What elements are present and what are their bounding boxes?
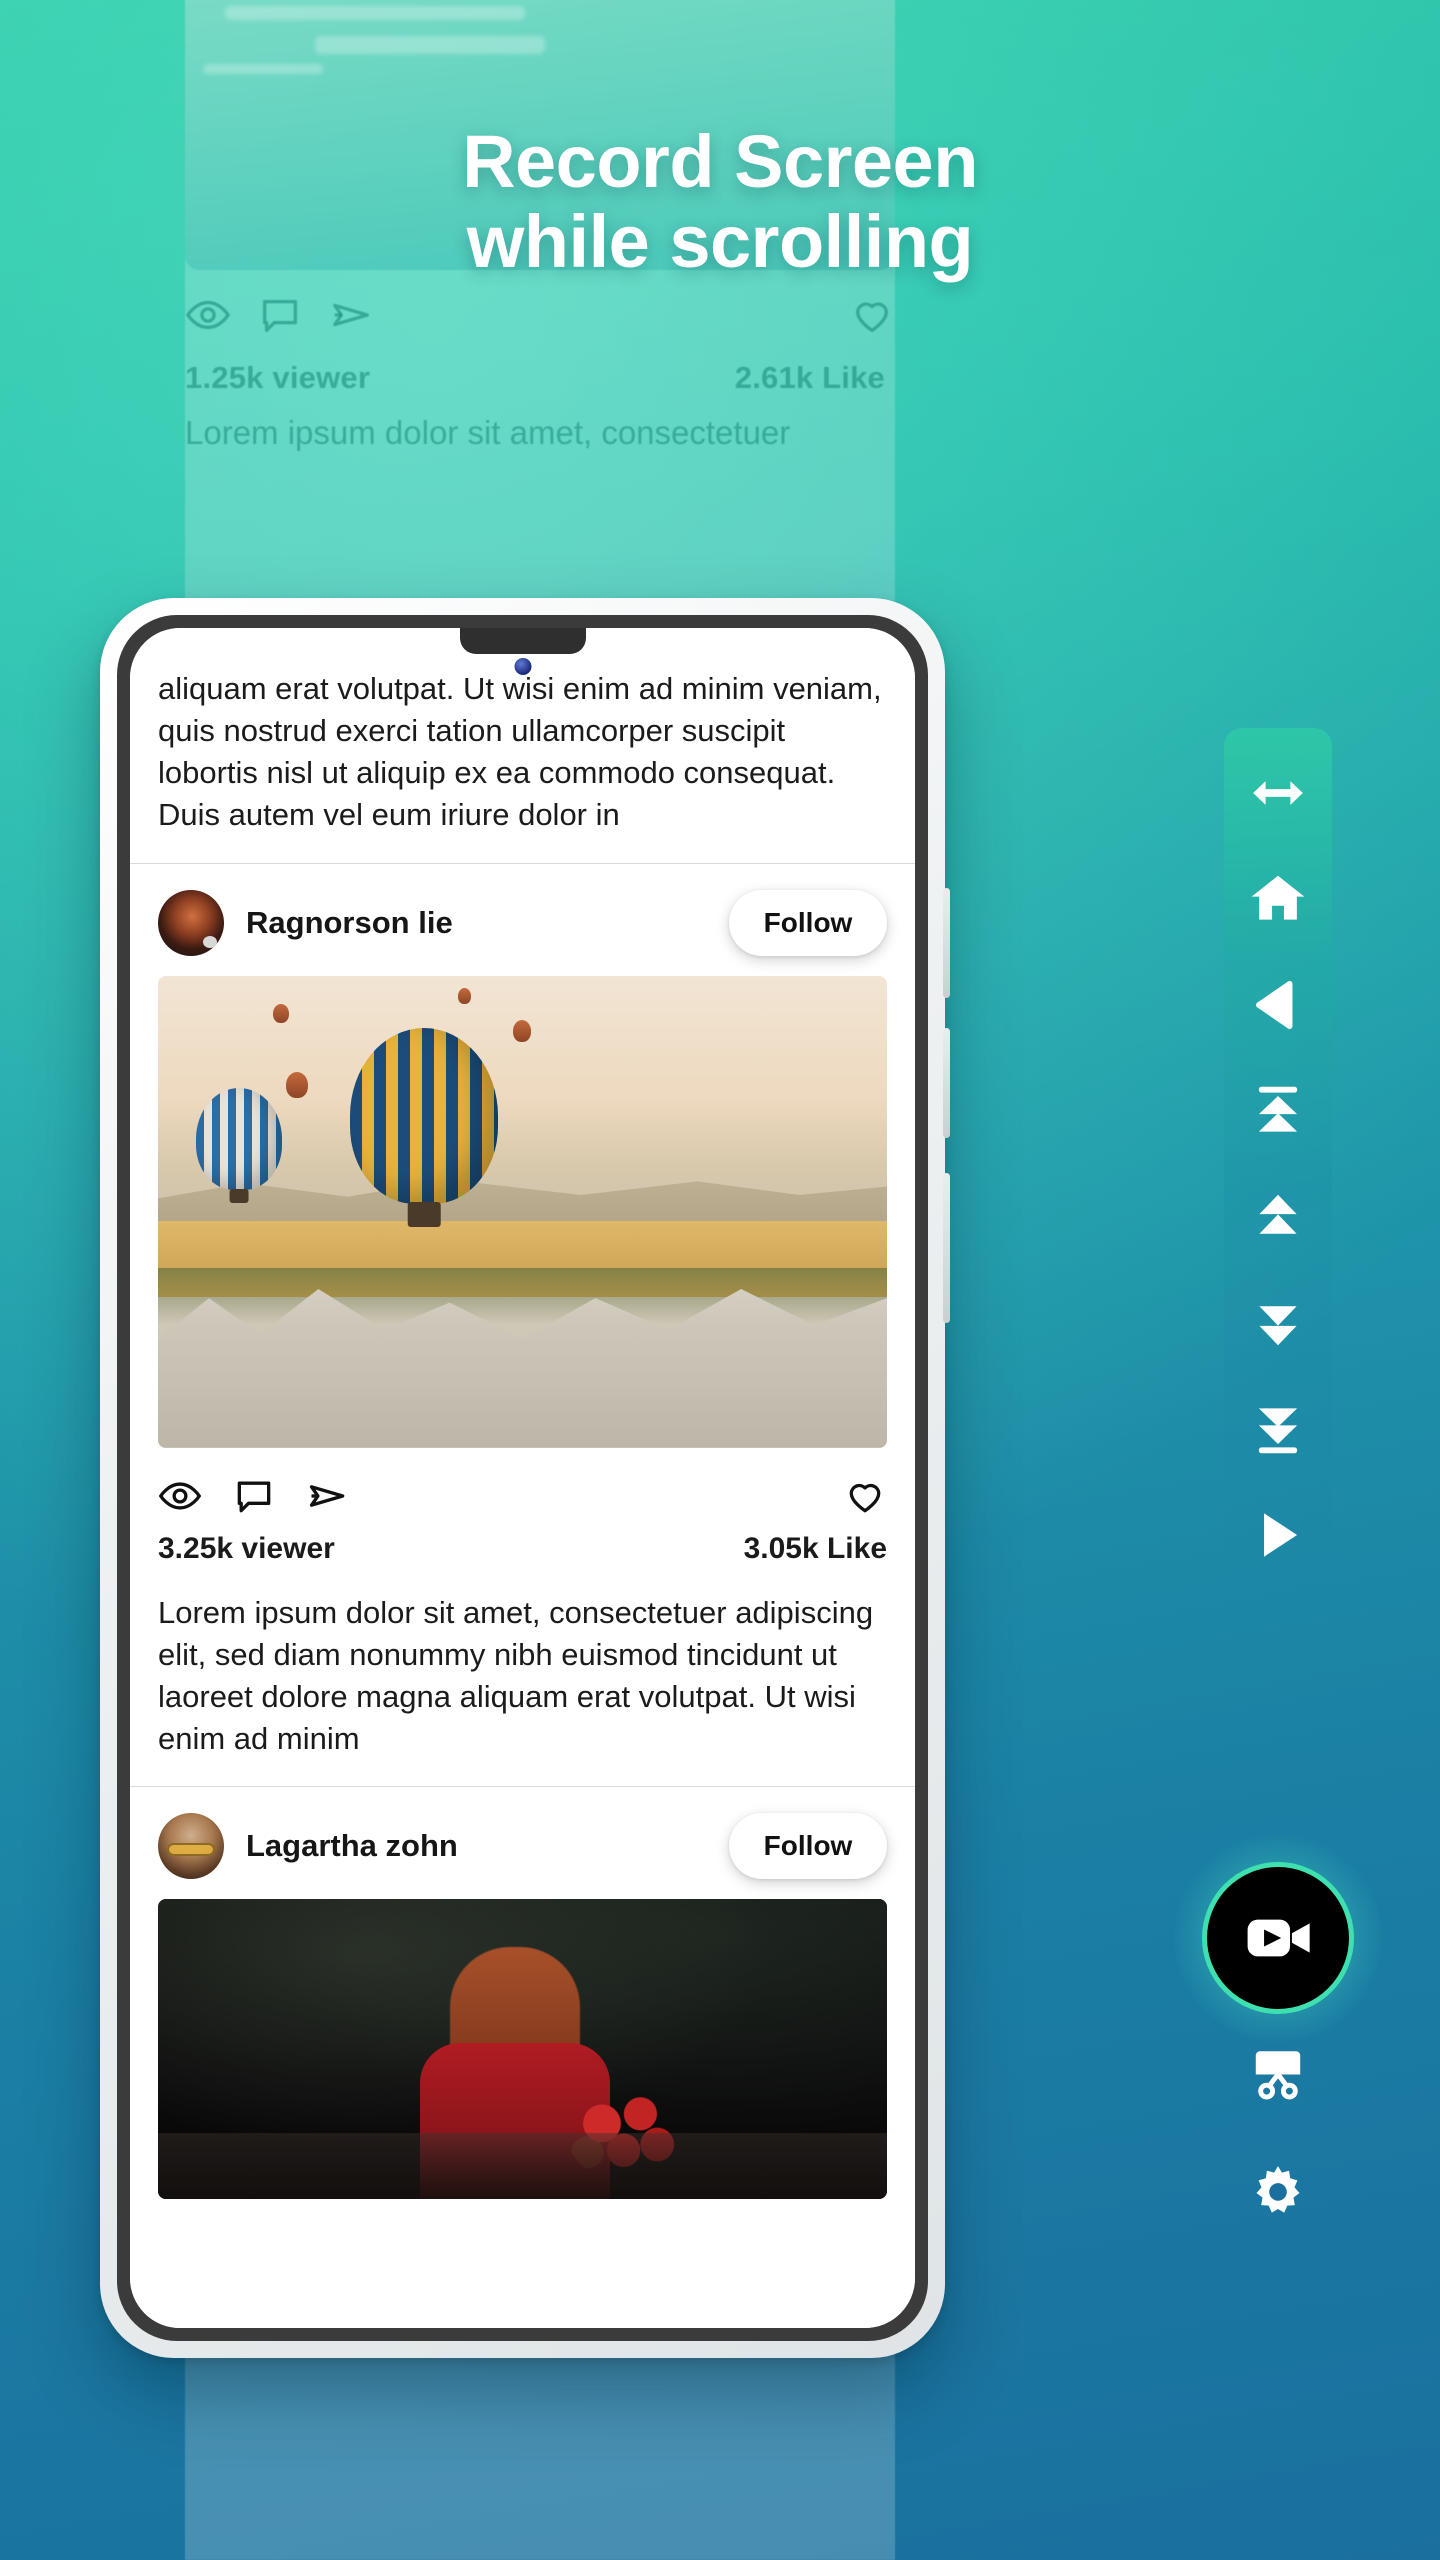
floating-toolbar-bottom [1224,2042,1332,2224]
headline-line-1: Record Screen [462,120,978,203]
background-action-row [185,292,895,342]
heart-icon[interactable] [843,1474,887,1518]
follow-button[interactable]: Follow [729,889,887,956]
post-stats: 3.25k viewer 3.05k Like [130,1518,915,1566]
heart-icon [849,292,895,338]
comment-icon [257,292,303,338]
phone-notch [459,628,586,654]
play-icon[interactable] [1244,1504,1312,1566]
record-button-wrap [1174,1834,1382,2042]
phone-screen: aliquam erat volutpat. Ut wisi enim ad m… [130,628,915,2328]
phone-bezel: aliquam erat volutpat. Ut wisi enim ad m… [117,615,928,2341]
background-like-count: 2.61k Like [734,360,885,395]
page-title: Record Screen while scrolling [0,122,1440,282]
phone-volume-up-button[interactable] [943,888,950,998]
scissors-icon[interactable] [1244,2042,1312,2104]
background-post-caption: Lorem ipsum dolor sit amet, consectetuer [185,414,791,451]
username: Ragnorson lie [246,904,453,940]
front-camera [514,658,531,675]
avatar[interactable] [158,889,224,956]
scroll-to-top-icon[interactable] [1244,1080,1312,1142]
eye-icon[interactable] [158,1474,202,1518]
floating-toolbar [1224,728,1332,1606]
social-feed[interactable]: aliquam erat volutpat. Ut wisi enim ad m… [130,628,915,2328]
avatar[interactable] [158,1813,224,1880]
phone-power-button[interactable] [943,1173,950,1323]
follow-button[interactable]: Follow [729,1813,887,1880]
promo-screen: 1.25k viewer 2.61k Like Lorem ipsum dolo… [0,0,1440,2560]
post-header: Lagartha zohn Follow [130,1787,915,1899]
post-image-woman[interactable] [158,1899,887,2200]
phone-volume-down-button[interactable] [943,1028,950,1138]
send-icon[interactable] [306,1474,350,1518]
post-header: Ragnorson lie Follow [130,864,915,976]
background-viewer-count: 1.25k viewer [185,360,371,395]
post-image-balloon[interactable] [158,975,887,1448]
video-record-icon[interactable] [1202,1862,1354,2014]
headline-line-2: while scrolling [466,199,974,283]
post-action-row [130,1448,915,1518]
viewer-count: 3.25k viewer [158,1531,335,1565]
phone-mockup: aliquam erat volutpat. Ut wisi enim ad m… [100,598,950,2358]
back-icon[interactable] [1244,974,1312,1036]
username: Lagartha zohn [246,1828,458,1864]
scroll-down-icon[interactable] [1244,1292,1312,1354]
home-icon[interactable] [1244,868,1312,930]
send-icon [329,292,375,338]
eye-icon [185,292,231,338]
post-caption: Lorem ipsum dolor sit amet, consectetuer… [158,1594,874,1757]
like-count: 3.05k Like [743,1531,887,1565]
gear-icon[interactable] [1244,2162,1312,2224]
scroll-to-bottom-icon[interactable] [1244,1398,1312,1460]
resize-horizontal-icon[interactable] [1244,762,1312,824]
scroll-up-icon[interactable] [1244,1186,1312,1248]
comment-icon[interactable] [232,1474,276,1518]
